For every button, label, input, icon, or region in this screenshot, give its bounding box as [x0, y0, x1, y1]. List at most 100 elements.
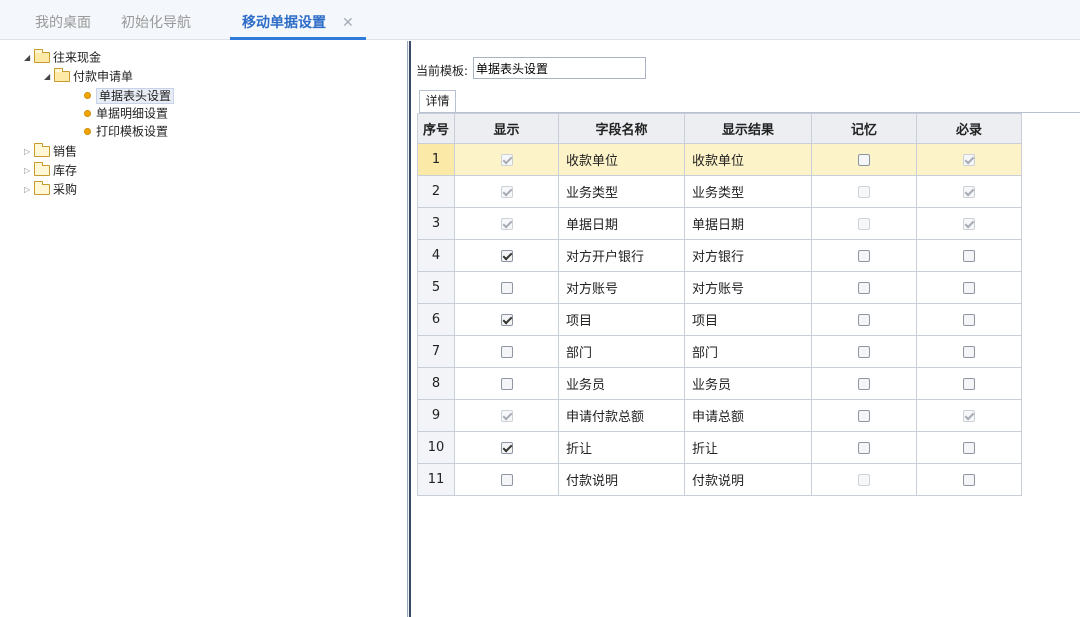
tree-leaf-print-template[interactable]: 打印模板设置 — [84, 122, 168, 140]
tree-leaf-detail-settings[interactable]: 单据明细设置 — [84, 104, 168, 122]
table-row[interactable]: 9 申请付款总额 申请总额 — [417, 399, 1022, 432]
collapse-icon[interactable]: ▷ — [24, 143, 34, 161]
tab-mobile-document-settings[interactable]: 移动单据设置 ✕ — [230, 11, 366, 40]
cell-field-name: 申请付款总额 — [558, 399, 685, 432]
memory-checkbox[interactable] — [858, 345, 870, 358]
tab-init-navigation[interactable]: 初始化导航 — [121, 11, 191, 40]
required-checkbox[interactable] — [963, 377, 975, 390]
collapse-icon[interactable]: ▷ — [24, 181, 34, 199]
tree-node-inventory[interactable]: ▷ 库存 — [24, 161, 77, 179]
memory-checkbox — [858, 473, 870, 486]
settings-panel: 当前模板: 详情 序号 显示 字段名称 显示结果 记忆 必录 1 收款单位收款单位… — [411, 41, 1080, 617]
cell-display-result[interactable]: 付款说明 — [684, 463, 812, 496]
required-checkbox[interactable] — [963, 249, 975, 262]
cell-field-name: 对方账号 — [558, 271, 685, 304]
show-checkbox[interactable] — [500, 249, 513, 262]
leaf-dot-icon — [84, 110, 91, 117]
memory-checkbox — [858, 217, 870, 230]
cell-display-result[interactable]: 部门 — [684, 335, 812, 368]
cell-memory — [811, 303, 917, 336]
show-checkbox[interactable] — [500, 313, 513, 326]
col-header-field-name: 字段名称 — [558, 113, 685, 144]
cell-field-name: 收款单位 — [558, 143, 685, 176]
table-row[interactable]: 11 付款说明 付款说明 — [417, 463, 1022, 496]
table-row[interactable]: 4 对方开户银行 对方银行 — [417, 239, 1022, 272]
collapse-icon[interactable]: ▷ — [24, 162, 34, 180]
cell-show — [454, 431, 559, 464]
tab-my-desktop[interactable]: 我的桌面 — [35, 11, 91, 40]
memory-checkbox[interactable] — [858, 281, 870, 294]
cell-display-result[interactable]: 折让 — [684, 431, 812, 464]
cell-index: 6 — [417, 303, 455, 336]
show-checkbox[interactable] — [500, 377, 513, 390]
tree-node-sales[interactable]: ▷ 销售 — [24, 142, 77, 160]
show-checkbox[interactable] — [500, 441, 513, 454]
table-row[interactable]: 6 项目 项目 — [417, 303, 1022, 336]
tab-label: 移动单据设置 — [242, 15, 326, 31]
field-settings-table: 序号 显示 字段名称 显示结果 记忆 必录 1 收款单位 收款单位 2 业务类型 业务类型… — [417, 113, 1022, 496]
col-header-required: 必录 — [916, 113, 1022, 144]
cell-index: 9 — [417, 399, 455, 432]
table-row[interactable]: 7 部门 部门 — [417, 335, 1022, 368]
cell-display-result[interactable]: 收款单位 — [684, 143, 812, 176]
tab-detail[interactable]: 详情 — [419, 90, 456, 112]
memory-checkbox[interactable] — [858, 441, 870, 454]
required-checkbox[interactable] — [963, 441, 975, 454]
tree-node-purchase[interactable]: ▷ 采购 — [24, 180, 77, 198]
cell-show — [454, 175, 559, 208]
cell-required — [916, 367, 1022, 400]
cell-field-name: 对方开户银行 — [558, 239, 685, 272]
cell-required — [916, 239, 1022, 272]
cell-index: 11 — [417, 463, 455, 496]
memory-checkbox[interactable] — [858, 153, 870, 166]
cell-display-result[interactable]: 对方账号 — [684, 271, 812, 304]
required-checkbox[interactable] — [963, 281, 975, 294]
cell-field-name: 项目 — [558, 303, 685, 336]
tree-leaf-label: 单据表头设置 — [96, 87, 175, 104]
table-row[interactable]: 1 收款单位 收款单位 — [417, 143, 1022, 176]
cell-required — [916, 431, 1022, 464]
tree-node-payment-request[interactable]: ◢ 付款申请单 — [44, 67, 133, 85]
col-header-index: 序号 — [417, 113, 455, 144]
cell-required — [916, 207, 1022, 240]
cell-display-result[interactable]: 对方银行 — [684, 239, 812, 272]
table-row[interactable]: 5 对方账号 对方账号 — [417, 271, 1022, 304]
cell-display-result[interactable]: 申请总额 — [684, 399, 812, 432]
required-checkbox[interactable] — [963, 313, 975, 326]
show-checkbox[interactable] — [500, 473, 513, 486]
required-checkbox[interactable] — [963, 345, 975, 358]
memory-checkbox[interactable] — [858, 409, 870, 422]
table-row[interactable]: 10 折让 折让 — [417, 431, 1022, 464]
expand-icon[interactable]: ◢ — [44, 68, 54, 86]
cell-display-result[interactable]: 业务类型 — [684, 175, 812, 208]
cell-memory — [811, 399, 917, 432]
cell-memory — [811, 207, 917, 240]
memory-checkbox[interactable] — [858, 249, 870, 262]
close-icon[interactable]: ✕ — [342, 11, 354, 35]
tree-leaf-header-settings[interactable]: 单据表头设置 — [84, 86, 175, 104]
cell-show — [454, 271, 559, 304]
cell-memory — [811, 143, 917, 176]
cell-display-result[interactable]: 项目 — [684, 303, 812, 336]
memory-checkbox[interactable] — [858, 313, 870, 326]
cell-memory — [811, 239, 917, 272]
memory-checkbox[interactable] — [858, 377, 870, 390]
cell-display-result[interactable]: 单据日期 — [684, 207, 812, 240]
show-checkbox[interactable] — [500, 345, 513, 358]
cell-memory — [811, 175, 917, 208]
cell-show — [454, 367, 559, 400]
cell-show — [454, 399, 559, 432]
show-checkbox[interactable] — [500, 281, 513, 294]
table-row[interactable]: 3 单据日期 单据日期 — [417, 207, 1022, 240]
cell-field-name: 付款说明 — [558, 463, 685, 496]
cell-index: 8 — [417, 367, 455, 400]
cell-required — [916, 175, 1022, 208]
table-row[interactable]: 8 业务员 业务员 — [417, 367, 1022, 400]
template-input[interactable] — [473, 57, 646, 79]
expand-icon[interactable]: ◢ — [24, 49, 34, 67]
table-row[interactable]: 2 业务类型 业务类型 — [417, 175, 1022, 208]
tree-node-cash[interactable]: ◢ 往来现金 — [24, 48, 101, 66]
required-checkbox[interactable] — [963, 473, 975, 486]
cell-display-result[interactable]: 业务员 — [684, 367, 812, 400]
col-header-show: 显示 — [454, 113, 559, 144]
